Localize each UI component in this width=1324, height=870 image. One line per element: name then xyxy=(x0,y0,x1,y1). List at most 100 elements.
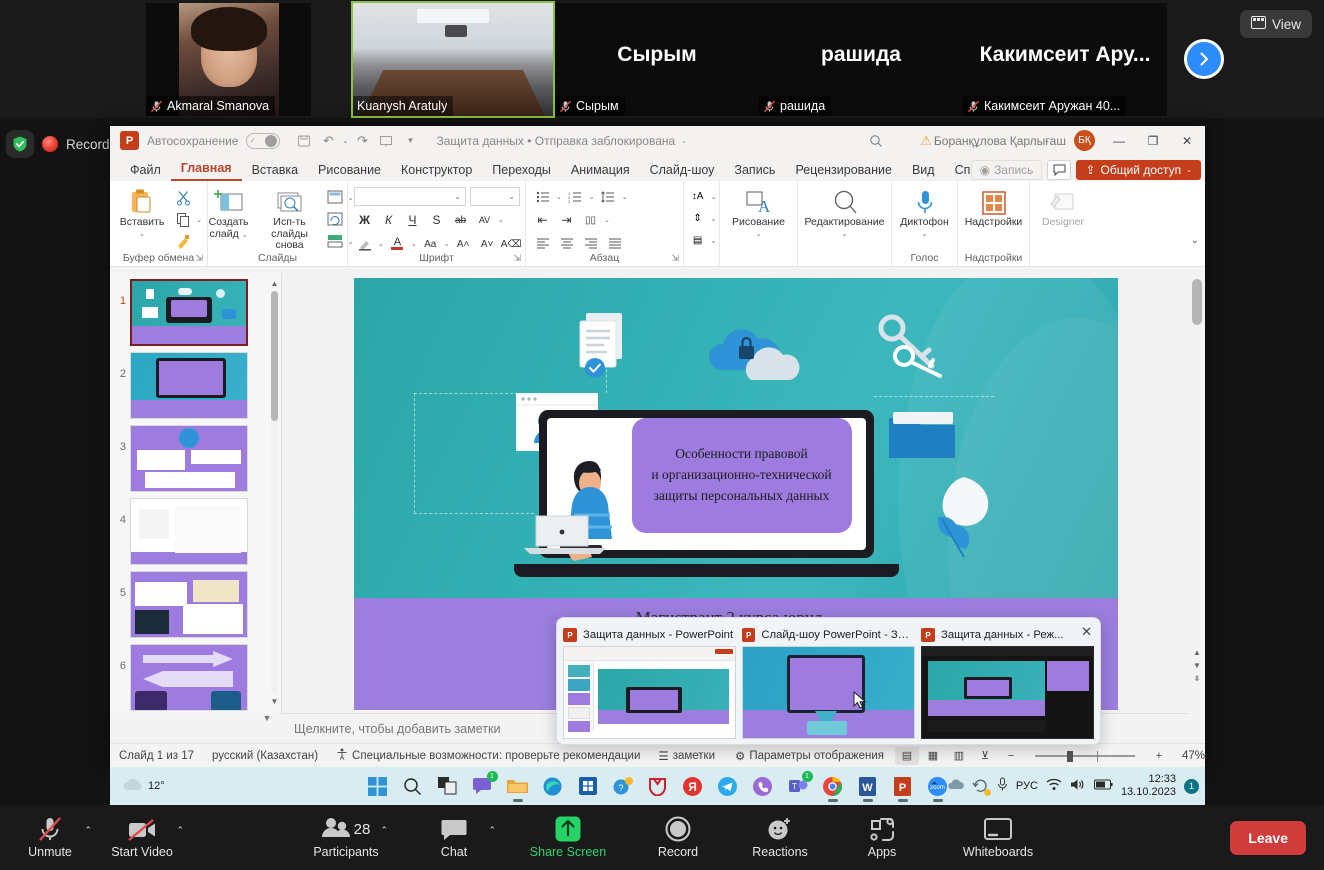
participant-tile[interactable]: рашида рашида xyxy=(759,3,963,116)
align-right-icon[interactable] xyxy=(580,233,601,253)
slide-thumbnail[interactable]: 1 xyxy=(110,273,281,346)
chrome-icon[interactable] xyxy=(817,770,849,802)
word-icon[interactable]: W xyxy=(852,770,884,802)
chevron-down-icon[interactable]: ⌄ xyxy=(411,240,417,248)
paste-button[interactable]: Вставить ⌄ xyxy=(115,186,169,238)
onedrive-icon[interactable] xyxy=(947,779,964,794)
font-color-button[interactable]: A xyxy=(387,234,408,254)
slide-thumb-image[interactable] xyxy=(130,352,248,419)
cut-icon[interactable] xyxy=(172,188,194,207)
line-spacing-icon[interactable] xyxy=(598,187,619,207)
title-chevron-icon[interactable]: ⌄ xyxy=(681,137,687,145)
battery-icon[interactable] xyxy=(1093,779,1113,793)
next-slide-icon[interactable]: ⇟ xyxy=(1191,674,1203,683)
file-explorer-icon[interactable] xyxy=(502,770,534,802)
chevron-up-icon[interactable]: ⌃ xyxy=(488,825,496,836)
copy-icon[interactable] xyxy=(172,210,194,229)
slide-thumb-image[interactable] xyxy=(130,644,248,711)
chevron-down-icon[interactable]: ⌄ xyxy=(711,193,717,201)
tab-review[interactable]: Рецензирование xyxy=(785,161,902,181)
tab-animations[interactable]: Анимация xyxy=(561,161,640,181)
preview-thumbnail[interactable] xyxy=(563,646,736,739)
columns-icon[interactable]: ▯▯ xyxy=(580,210,601,230)
document-title[interactable]: Защита данных • Отправка заблокирована xyxy=(436,134,675,148)
clock[interactable]: 12:33 13.10.2023 xyxy=(1121,773,1176,799)
weather-widget[interactable]: 12° xyxy=(110,777,260,796)
slide-title-box[interactable]: Особенности правовой и организационно-те… xyxy=(631,418,852,533)
yandex-icon[interactable]: Я xyxy=(677,770,709,802)
edge-icon[interactable] xyxy=(537,770,569,802)
reuse-slides-button[interactable]: Исп-ть слайды снова xyxy=(259,186,321,252)
language-indicator[interactable]: РУС xyxy=(1016,780,1038,792)
notes-collapse-icon[interactable]: ▼ xyxy=(258,711,276,725)
font-size-input[interactable]: ⌄ xyxy=(470,187,520,206)
tab-transitions[interactable]: Переходы xyxy=(482,161,561,181)
scroll-down-icon[interactable]: ▼ xyxy=(270,695,279,707)
dictate-button[interactable]: Диктофон ⌄ xyxy=(896,186,954,238)
collapse-ribbon-button[interactable]: ⌄ xyxy=(1191,235,1199,246)
save-icon[interactable] xyxy=(292,130,316,152)
shadow-button[interactable]: S xyxy=(426,210,447,230)
slide-thumb-image[interactable] xyxy=(130,571,248,638)
increase-indent-icon[interactable]: ⇥ xyxy=(556,210,577,230)
participant-tile[interactable]: Сырым Сырым xyxy=(555,3,759,116)
chevron-down-icon[interactable]: ⌄ xyxy=(756,230,762,238)
restore-button[interactable]: ❐ xyxy=(1137,126,1169,155)
scrollbar-thumb[interactable] xyxy=(1192,279,1202,325)
close-button[interactable]: ✕ xyxy=(1171,126,1203,155)
telegram-icon[interactable] xyxy=(712,770,744,802)
section-icon[interactable] xyxy=(324,232,346,251)
microphone-icon[interactable] xyxy=(997,777,1008,795)
comments-icon[interactable] xyxy=(1047,160,1072,180)
change-case-button[interactable]: Aa xyxy=(420,234,441,254)
slideshow-icon[interactable]: ⊻ xyxy=(973,747,997,765)
thumbnail-scrollbar[interactable]: ▲ ▼ xyxy=(270,277,279,707)
slide-thumbnail[interactable]: 2 xyxy=(110,346,281,419)
undo-icon[interactable]: ↶ xyxy=(316,130,340,152)
slide-sorter-icon[interactable]: ▦ xyxy=(921,747,945,765)
chevron-up-icon[interactable]: ⌃ xyxy=(380,825,388,836)
preview-item[interactable]: P Слайд-шоу PowerPoint - Защ... xyxy=(742,624,915,744)
participant-tile-self[interactable]: Kuanysh Aratuly xyxy=(351,1,555,118)
redo-icon[interactable]: ↷ xyxy=(350,130,374,152)
addins-button[interactable]: Надстройки xyxy=(962,186,1026,229)
avatar[interactable]: БҚ xyxy=(1074,130,1095,151)
taskbar-preview-popup[interactable]: ✕ P Защита данных - PowerPoint P Слайд-ш… xyxy=(556,617,1101,745)
drawing-button[interactable]: A Рисование ⌄ xyxy=(724,186,794,238)
slide-thumb-image[interactable] xyxy=(130,425,248,492)
slide-counter[interactable]: Слайд 1 из 17 xyxy=(110,750,203,762)
underline-button[interactable]: Ч xyxy=(402,210,423,230)
reactions-button[interactable]: Reactions xyxy=(734,816,826,859)
scroll-arrows[interactable]: ▲ ▼ ⇟ xyxy=(1191,648,1203,683)
chevron-up-icon[interactable]: ⌃ xyxy=(176,825,184,836)
chevron-down-icon[interactable]: ⌄ xyxy=(498,216,504,224)
tab-home[interactable]: Главная xyxy=(170,159,242,181)
notification-badge[interactable]: 1 xyxy=(1184,778,1199,794)
accessibility-status[interactable]: Специальные возможности: проверьте реком… xyxy=(327,748,649,763)
tab-file[interactable]: Файл xyxy=(120,161,171,181)
format-painter-icon[interactable] xyxy=(172,232,194,251)
clear-formatting-button[interactable]: A⌫ xyxy=(501,234,522,254)
tab-slideshow[interactable]: Слайд-шоу xyxy=(640,161,725,181)
search-icon[interactable] xyxy=(397,770,429,802)
chevron-down-icon[interactable]: ⌄ xyxy=(922,230,928,238)
notes-button[interactable]: ☰ заметки xyxy=(649,749,724,763)
designer-button[interactable]: Designer xyxy=(1034,186,1092,229)
participant-tile[interactable]: Akmaral Smanova xyxy=(146,3,311,116)
align-left-icon[interactable] xyxy=(532,233,553,253)
decrease-font-size-button[interactable]: A˅ xyxy=(477,234,498,254)
view-layout-button[interactable]: View xyxy=(1239,10,1312,38)
chevron-down-icon[interactable]: ⌄ xyxy=(711,215,717,223)
strikethrough-button[interactable]: ab xyxy=(450,210,471,230)
zoom-slider[interactable] xyxy=(1025,748,1145,764)
slide-thumb-image[interactable] xyxy=(130,498,248,565)
scroll-up-icon[interactable]: ▲ xyxy=(270,277,279,289)
bullets-icon[interactable] xyxy=(532,187,553,207)
slide-thumbnail[interactable]: 5 xyxy=(110,565,281,638)
powerpoint-icon[interactable]: P xyxy=(887,770,919,802)
maxthon-icon[interactable] xyxy=(642,770,674,802)
present-icon[interactable] xyxy=(374,130,398,152)
preview-item[interactable]: P Защита данных - Реж... xyxy=(921,624,1094,744)
chevron-up-icon[interactable]: ⌃ xyxy=(84,825,92,836)
numbering-icon[interactable]: 123 xyxy=(565,187,586,207)
